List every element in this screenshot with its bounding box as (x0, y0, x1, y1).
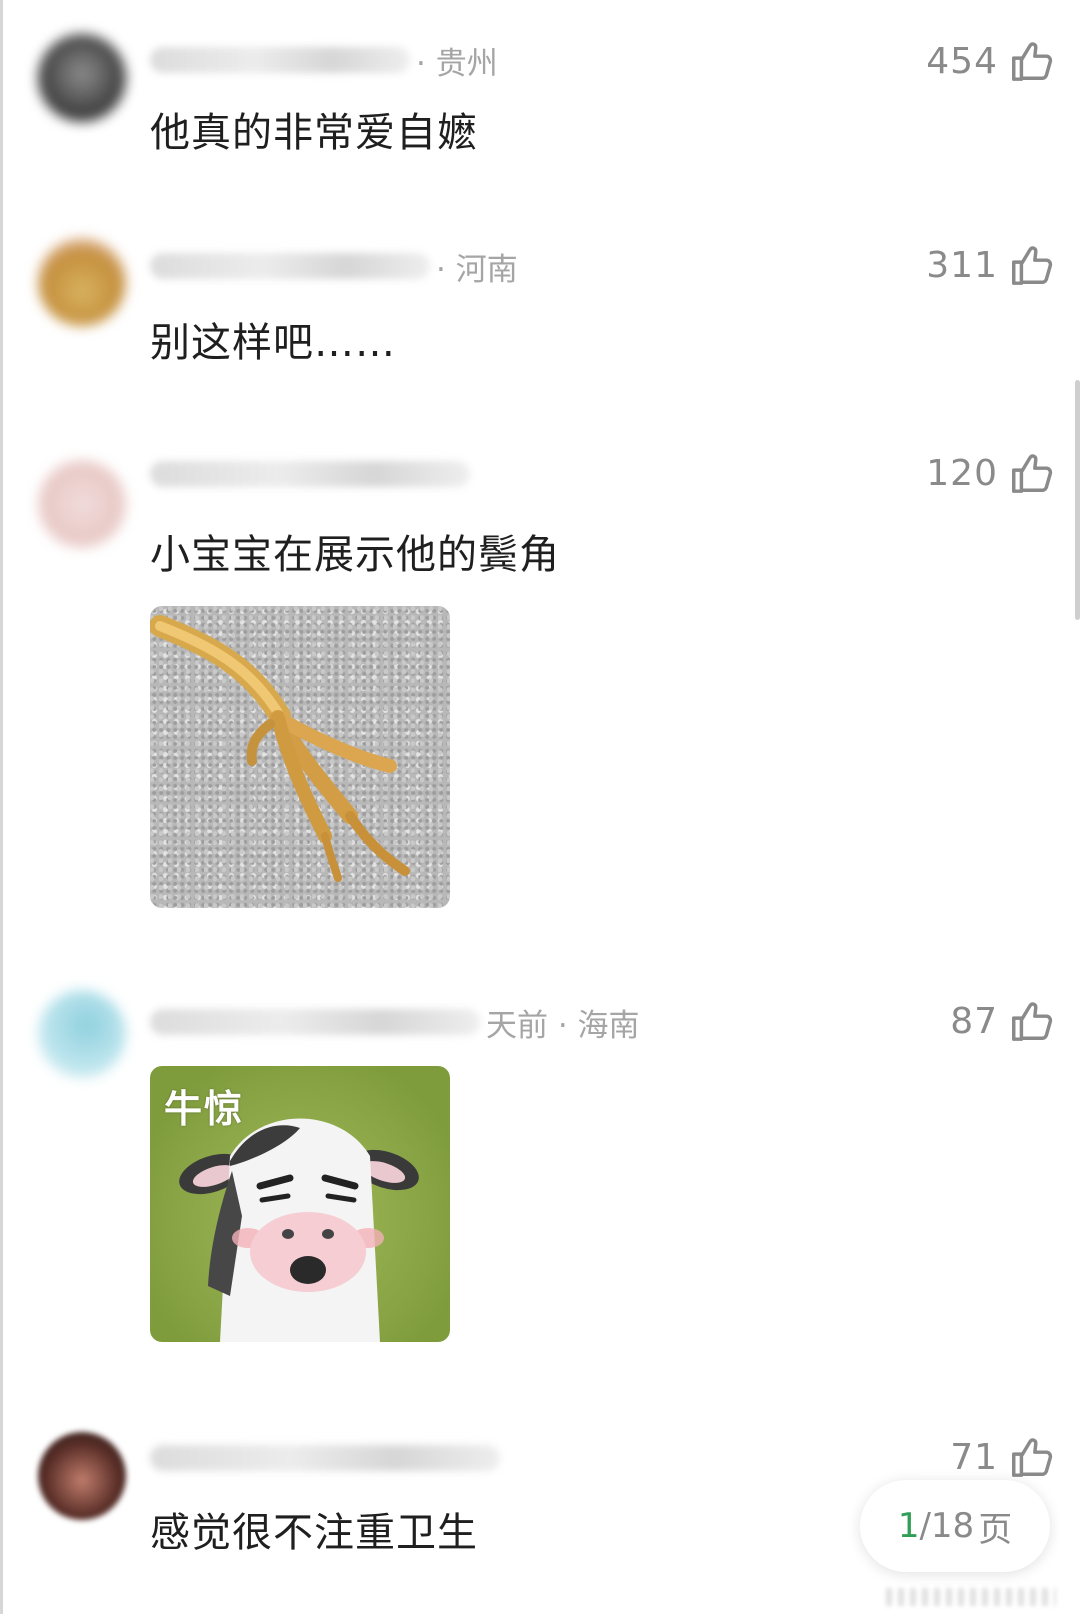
comment-text: 他真的非常爱自嬷 (150, 110, 478, 156)
watermark (886, 1588, 1056, 1606)
comment-meta: · 贵州 (150, 40, 498, 82)
like-count: 87 (950, 1000, 998, 1042)
page-separator: / (919, 1506, 931, 1546)
username-blurred[interactable] (150, 47, 410, 73)
comment-location: 天前 · 海南 (486, 1007, 640, 1044)
page-current: 1 (897, 1506, 920, 1546)
comment-text: 感觉很不注重卫生 (150, 1510, 478, 1556)
scroll-indicator[interactable] (1075, 380, 1080, 620)
username-blurred[interactable] (150, 1009, 480, 1035)
page-indicator[interactable]: 1/18 页 (860, 1480, 1050, 1572)
comment-location: · 河南 (436, 251, 518, 288)
like-count: 454 (926, 40, 998, 82)
username-blurred[interactable] (150, 461, 470, 487)
username-blurred[interactable] (150, 253, 430, 279)
like-button[interactable]: 311 (926, 240, 1054, 290)
sticker-caption: 牛惊 (164, 1087, 245, 1131)
avatar[interactable] (38, 990, 126, 1078)
thumbs-up-icon (1012, 454, 1053, 493)
avatar[interactable] (38, 238, 126, 326)
comment-meta: 天前 · 海南 (150, 1002, 640, 1044)
bird-claw-illustration (150, 615, 410, 882)
comment-meta: · 河南 (150, 246, 518, 288)
comment-image-cow-sticker[interactable]: 牛惊 (150, 1066, 450, 1342)
page-unit: 页 (978, 1509, 1013, 1550)
like-button[interactable]: 71 (950, 1432, 1054, 1482)
thumbs-up-icon (1012, 1002, 1053, 1041)
comment-image-bird-claw[interactable] (150, 606, 450, 908)
thumbs-up-icon (1012, 1438, 1053, 1477)
like-button[interactable]: 454 (926, 36, 1054, 86)
comment-location: · 贵州 (416, 45, 498, 82)
comment-meta (150, 454, 476, 494)
thumbs-up-icon (1012, 42, 1053, 81)
left-edge-divider (0, 0, 3, 1614)
comment-text: 小宝宝在展示他的鬓角 (150, 532, 560, 578)
username-blurred[interactable] (150, 1445, 500, 1471)
avatar[interactable] (38, 34, 126, 122)
like-button[interactable]: 120 (926, 448, 1054, 498)
page-total: 18 (930, 1506, 975, 1546)
comment-text: 别这样吧…… (150, 320, 396, 366)
like-button[interactable]: 87 (950, 996, 1054, 1046)
avatar[interactable] (38, 460, 126, 548)
avatar[interactable] (38, 1432, 126, 1520)
like-count: 311 (926, 244, 998, 286)
like-count: 71 (950, 1436, 998, 1478)
like-count: 120 (926, 452, 998, 494)
thumbs-up-icon (1012, 246, 1053, 285)
comment-meta (150, 1438, 506, 1478)
